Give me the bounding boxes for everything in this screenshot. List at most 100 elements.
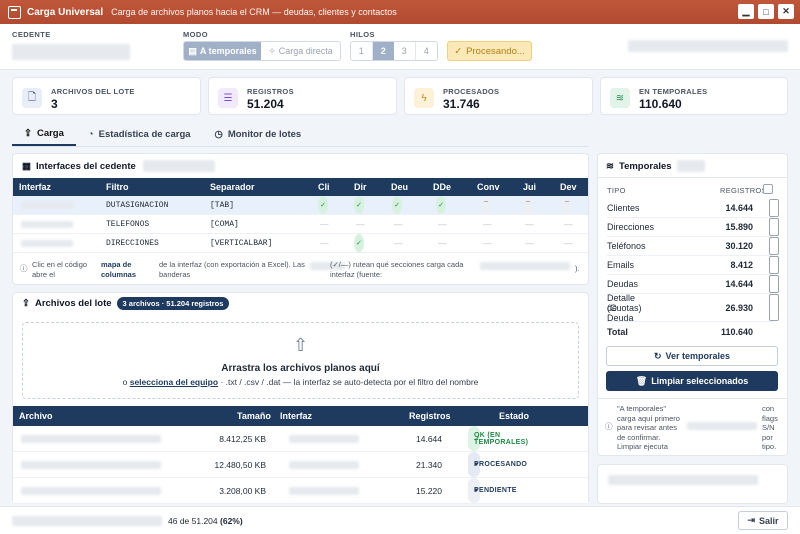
interfaces-note: ⓘ Clic en el código abre el mapa de colu… <box>20 260 580 280</box>
file-registros: 15.220 <box>416 485 442 496</box>
tab-divider <box>12 146 589 147</box>
limpiar-button[interactable]: 🗑 Limpiar seleccionados <box>606 371 778 391</box>
status-badge: ● PENDIENTE <box>468 478 516 503</box>
file-size: 12.480,50 KB <box>214 459 266 470</box>
app-icon <box>8 5 21 19</box>
flag-off-icon <box>562 196 572 214</box>
interface-row[interactable]: DUTASIGNACION [TAB] ✓ ✓ ✓ ✓ <box>13 196 588 215</box>
close-button[interactable]: ✕ <box>778 4 794 19</box>
sparkle-icon: ✧ <box>268 45 276 56</box>
app-title: Carga Universal <box>27 6 104 18</box>
hilo-option-1[interactable]: 1 <box>351 42 373 60</box>
separador-cell: [VERTICALBAR] <box>210 238 273 248</box>
hilo-option-4[interactable]: 4 <box>416 42 437 60</box>
user-info <box>628 40 788 52</box>
mapa-columnas-link[interactable]: mapa de columnas <box>101 260 151 280</box>
flag-none-icon: — <box>525 219 534 229</box>
stat-archivos: 🗋 ARCHIVOS DEL LOTE 3 <box>12 77 201 115</box>
flag-check-icon: ✓ <box>318 196 328 214</box>
procesando-button[interactable]: ✓ Procesando... <box>447 41 532 61</box>
title-bar: Carga Universal Carga de archivos planos… <box>0 0 800 24</box>
info-icon: ⓘ <box>605 422 613 431</box>
cedente-select[interactable] <box>12 44 130 60</box>
temp-total-row: Total 110.640 <box>607 326 753 337</box>
row-checkbox[interactable] <box>769 275 779 293</box>
stat-label: PROCESADOS <box>443 87 500 96</box>
temporales-note: ⓘ "A temporales" carga aquí primero para… <box>605 404 778 451</box>
hilo-option-2[interactable]: 2 <box>372 42 394 60</box>
file-row[interactable]: 3.208,00 KB 15.220 ● PENDIENTE <box>13 478 588 504</box>
stat-value: 110.640 <box>639 97 682 111</box>
select-file-link[interactable]: selecciona del equipo <box>130 377 218 387</box>
cedente-label: CEDENTE <box>12 30 51 39</box>
col-tipo: TIPO <box>607 186 626 195</box>
progress-text: 46 de 51.204 (62%) <box>168 516 243 526</box>
interface-code[interactable] <box>21 240 73 247</box>
file-interface <box>289 461 359 469</box>
flag-none-icon: — <box>394 238 403 248</box>
filtro-cell: DIRECCIONES <box>106 238 159 248</box>
modo-directa-button[interactable]: ✧ Carga directa <box>261 42 340 60</box>
interface-row[interactable]: DIRECCIONES [VERTICALBAR] — ✓ — — — — — <box>13 234 588 253</box>
file-row[interactable]: 8.412,25 KB 14.644 ✓ OK (EN TEMPORALES) <box>13 426 588 452</box>
drop-zone[interactable]: ⇧ Arrastra los archivos planos aquí o se… <box>22 322 579 399</box>
row-checkbox[interactable] <box>769 256 779 274</box>
hilos-selector: 1 2 3 4 <box>350 41 438 61</box>
hilo-option-3[interactable]: 3 <box>394 42 416 60</box>
temp-row: Teléfonos 30.120 <box>607 237 779 256</box>
interface-row[interactable]: TELEFONOS [COMA] — — — — — — — <box>13 215 588 234</box>
modo-temporales-button[interactable]: ▤ A temporales <box>184 42 262 60</box>
db-icon: ▤ <box>188 45 197 56</box>
tab-carga[interactable]: ⇪ Carga <box>12 122 76 146</box>
check-icon: ✓ <box>454 45 463 57</box>
temp-row: Direcciones 15.890 <box>607 218 779 237</box>
stat-label: ARCHIVOS DEL LOTE <box>51 87 135 96</box>
file-icon: 🗋 <box>22 88 42 108</box>
tab-monitor[interactable]: ◷ Monitor de lotes <box>203 122 314 146</box>
secondary-panel <box>597 464 788 504</box>
database-icon: ≋ <box>606 160 614 172</box>
filtro-cell: TELEFONOS <box>106 219 150 229</box>
row-checkbox[interactable] <box>769 199 779 217</box>
status-message <box>12 516 162 526</box>
flag-check-icon: ✓ <box>436 196 446 214</box>
row-checkbox[interactable] <box>769 294 779 321</box>
refresh-icon: ↻ <box>653 350 662 361</box>
status-badge: ● PROCESANDO <box>468 452 527 477</box>
modo-label: MODO <box>183 30 208 39</box>
trash-icon: 🗑 <box>635 375 648 386</box>
interfaces-title: ▦ Interfaces del cedente <box>22 160 215 172</box>
file-interface <box>289 435 359 443</box>
tab-estadistica[interactable]: ◔ Estadística de carga <box>76 122 203 146</box>
temporales-title: ≋ Temporales <box>606 160 705 172</box>
cedente-name <box>142 160 215 172</box>
interface-code[interactable] <box>21 202 73 209</box>
row-checkbox[interactable] <box>769 218 779 236</box>
col-registros: REGISTROS <box>720 186 767 195</box>
file-row[interactable]: 12.480,50 KB 21.340 ● PROCESANDO <box>13 452 588 478</box>
ver-temporales-button[interactable]: ↻ Ver temporales <box>606 346 778 366</box>
stat-label: REGISTROS <box>247 87 294 96</box>
top-toolbar: CEDENTE MODO ▤ A temporales ✧ Carga direct… <box>0 24 800 70</box>
row-checkbox[interactable] <box>769 237 779 255</box>
flag-none-icon: — <box>525 238 534 248</box>
maximize-button[interactable]: □ <box>758 4 774 19</box>
file-registros: 14.644 <box>416 433 442 444</box>
file-name <box>21 487 161 495</box>
interface-code[interactable] <box>21 221 73 228</box>
archivos-badge: 3 archivos · 51.204 registros <box>116 297 230 310</box>
minimize-button[interactable]: ▁ <box>738 4 754 19</box>
select-all-checkbox[interactable] <box>763 184 773 194</box>
database-icon: ≋ <box>610 88 630 108</box>
bolt-icon: ϟ <box>414 88 434 108</box>
archivos-table-header: Archivo Tamaño Interfaz Registros Estado <box>13 406 588 426</box>
flag-none-icon: — <box>320 219 329 229</box>
stat-value: 51.204 <box>247 97 284 111</box>
flag-none-icon: — <box>564 238 573 248</box>
exit-button[interactable]: ⇥ Salir <box>738 511 788 530</box>
temp-row: Clientes 14.644 <box>607 199 779 218</box>
stat-value: 31.746 <box>443 97 480 111</box>
flag-none-icon: — <box>564 219 573 229</box>
clock-icon: ◷ <box>214 128 223 140</box>
flag-check-icon: ✓ <box>354 196 364 214</box>
